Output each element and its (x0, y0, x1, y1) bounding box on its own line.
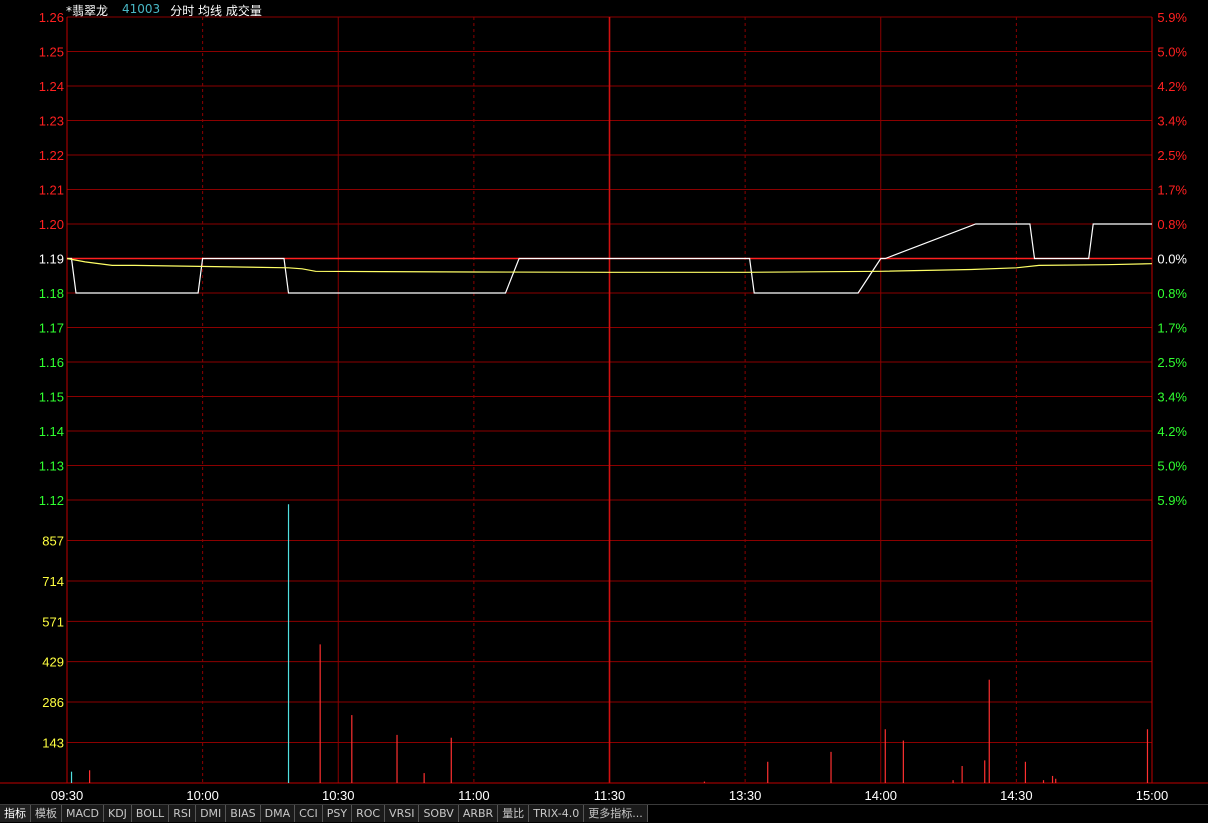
stock-name: *翡翠龙 (66, 4, 109, 18)
toolbar-item[interactable]: VRSI (385, 805, 420, 822)
view-label: 分时 均线 成交量 (170, 4, 262, 18)
price-tick-label: 1.19 (39, 252, 64, 267)
time-tick-label: 09:30 (51, 788, 84, 803)
price-tick-label: 1.22 (39, 148, 64, 163)
chart-header: *翡翠龙 41003 分时 均线 成交量 (66, 2, 262, 19)
price-tick-label: 1.24 (39, 79, 64, 94)
price-tick-label: 1.13 (39, 459, 64, 474)
price-tick-label: 1.25 (39, 45, 64, 60)
time-tick-label: 13:30 (729, 788, 762, 803)
volume-tick-label: 714 (42, 574, 64, 589)
toolbar-item[interactable]: BIAS (226, 805, 261, 822)
toolbar-item[interactable]: BOLL (131, 805, 170, 822)
pct-tick-label: 0.8% (1157, 217, 1187, 232)
time-tick-label: 10:30 (322, 788, 355, 803)
volume-tick-label: 143 (42, 736, 64, 751)
price-tick-label: 1.20 (39, 217, 64, 232)
price-tick-label: 1.26 (39, 10, 64, 25)
pct-tick-label: 2.5% (1157, 148, 1187, 163)
price-tick-label: 1.12 (39, 493, 64, 508)
time-tick-label: 10:00 (186, 788, 219, 803)
pct-tick-label: 5.9% (1157, 10, 1187, 25)
toolbar-item[interactable]: RSI (169, 805, 197, 822)
volume-tick-label: 571 (42, 614, 64, 629)
pct-tick-label: 5.9% (1157, 493, 1187, 508)
pct-tick-label: 5.0% (1157, 45, 1187, 60)
toolbar-item[interactable]: DMI (196, 805, 227, 822)
price-tick-label: 1.18 (39, 286, 64, 301)
pct-tick-label: 1.7% (1157, 321, 1187, 336)
price-tick-label: 1.23 (39, 114, 64, 129)
toolbar-item[interactable]: TRIX-4.0 (529, 805, 585, 822)
toolbar-item[interactable]: KDJ (103, 805, 132, 822)
pct-tick-label: 4.2% (1157, 424, 1187, 439)
pct-tick-label: 3.4% (1157, 390, 1187, 405)
toolbar-item[interactable]: SOBV (419, 805, 459, 822)
price-tick-label: 1.21 (39, 183, 64, 198)
price-tick-label: 1.17 (39, 321, 64, 336)
price-tick-label: 1.15 (39, 390, 64, 405)
pct-tick-label: 2.5% (1157, 355, 1187, 370)
volume-tick-label: 286 (42, 695, 64, 710)
volume-tick-label: 429 (42, 655, 64, 670)
price-tick-label: 1.14 (39, 424, 64, 439)
toolbar-item[interactable]: 模板 (31, 805, 62, 822)
pct-tick-label: 3.4% (1157, 114, 1187, 129)
toolbar-item[interactable]: 更多指标... (584, 805, 648, 822)
time-tick-label: 14:30 (1000, 788, 1033, 803)
time-tick-label: 11:30 (594, 788, 626, 803)
toolbar-item[interactable]: MACD (62, 805, 104, 822)
pct-tick-label: 0.0% (1157, 252, 1187, 267)
indicator-toolbar: 指标 模板 MACD KDJ BOLL RSI DMI BIAS DMA CCI PSY ROC VRS… (0, 804, 1208, 823)
pct-tick-label: 1.7% (1157, 183, 1187, 198)
pct-tick-label: 0.8% (1157, 286, 1187, 301)
toolbar-item[interactable]: 指标 (0, 805, 31, 822)
toolbar-item[interactable]: PSY (322, 805, 353, 822)
toolbar-item[interactable]: ROC (352, 805, 386, 822)
toolbar-item[interactable]: 量比 (498, 805, 530, 822)
stock-code: 41003 (122, 2, 161, 16)
toolbar-item[interactable]: CCI (295, 805, 323, 822)
time-tick-label: 15:00 (1136, 788, 1169, 803)
toolbar-item[interactable]: ARBR (458, 805, 499, 822)
time-tick-label: 11:00 (458, 788, 490, 803)
toolbar-item[interactable]: DMA (260, 805, 296, 822)
pct-tick-label: 4.2% (1157, 79, 1187, 94)
time-tick-label: 14:00 (864, 788, 897, 803)
pct-tick-label: 5.0% (1157, 459, 1187, 474)
intraday-chart[interactable]: 1.26 1.25 1.24 1.23 1.22 1.21 1.20 1.19 1.18 1.17… (0, 0, 1208, 822)
volume-tick-label: 857 (42, 533, 64, 548)
price-tick-label: 1.16 (39, 355, 64, 370)
